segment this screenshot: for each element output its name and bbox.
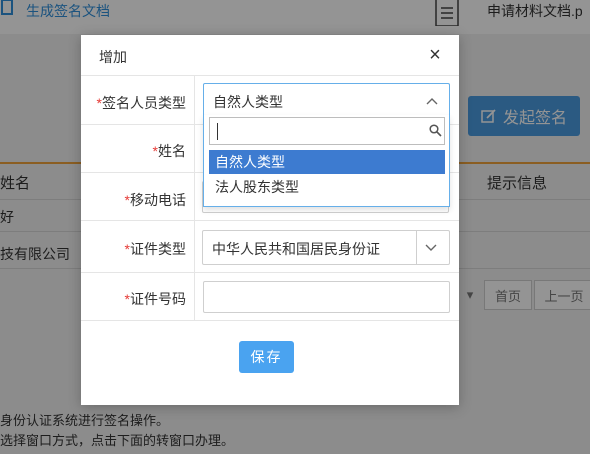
- chevron-up-icon: [426, 98, 438, 105]
- id-number-row: *证件号码: [81, 273, 459, 321]
- id-type-label: *证件类型: [124, 241, 186, 257]
- id-type-value: 中华人民共和国居民身份证: [212, 241, 380, 257]
- text-caret: [217, 123, 218, 140]
- dropdown-search-input[interactable]: [209, 117, 445, 145]
- dialog-title: 增加: [99, 49, 127, 65]
- mobile-label: *移动电话: [124, 192, 186, 208]
- signer-type-select[interactable]: 自然人类型: [203, 83, 450, 117]
- close-icon[interactable]: ×: [425, 45, 445, 66]
- signer-type-label: *签名人员类型: [96, 95, 186, 111]
- id-number-input[interactable]: [203, 281, 450, 313]
- signer-type-value: 自然人类型: [213, 94, 283, 110]
- chevron-down-icon: [425, 244, 437, 251]
- id-number-label: *证件号码: [124, 291, 186, 307]
- id-type-row: *证件类型 中华人民共和国居民身份证: [81, 221, 459, 273]
- save-button[interactable]: 保存: [239, 341, 294, 373]
- id-type-select[interactable]: 中华人民共和国居民身份证: [202, 230, 450, 265]
- dropdown-option-natural-person[interactable]: 自然人类型: [209, 150, 445, 174]
- name-label: *姓名: [152, 143, 186, 159]
- search-icon: [429, 124, 442, 137]
- dialog-header: 增加 ×: [81, 35, 459, 76]
- dropdown-option-legal-shareholder[interactable]: 法人股东类型: [209, 175, 445, 199]
- signer-type-dropdown: 自然人类型 法人股东类型: [203, 115, 450, 207]
